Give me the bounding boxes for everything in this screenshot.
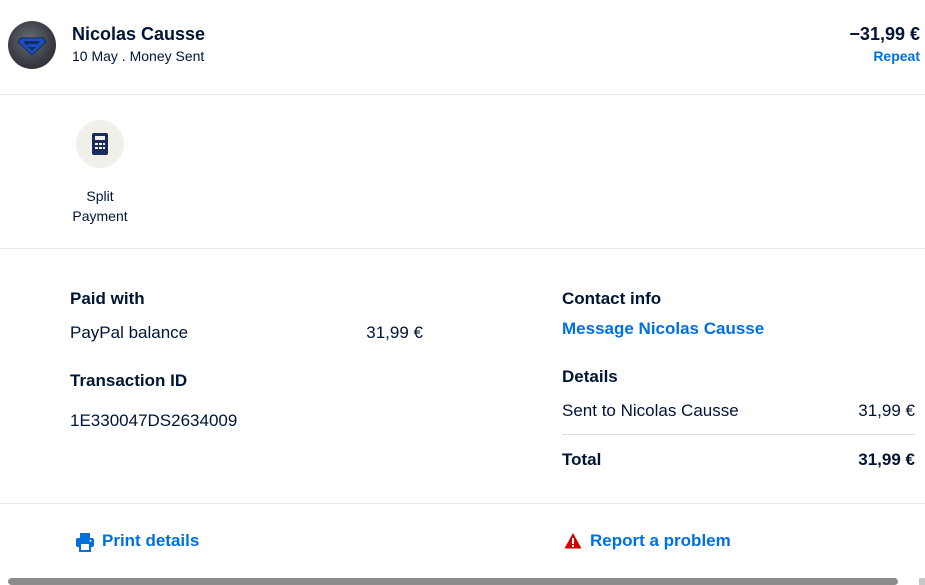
sent-to-label: Sent to Nicolas Causse [562,401,739,420]
details-divider [562,434,915,435]
details-heading: Details [562,367,618,386]
payment-method: PayPal balance [70,323,189,342]
paid-with-heading: Paid with [70,289,145,308]
transaction-header: Nicolas Causse 10 May . Money Sent −31,9… [0,0,925,94]
contact-info-heading: Contact info [562,289,662,308]
transaction-details-page: Nicolas Causse 10 May . Money Sent −31,9… [0,0,925,585]
transaction-id: 1E330047DS2634009 [70,411,238,430]
header-divider [0,94,925,95]
split-label-line2: Payment [72,208,128,224]
total-amount: 31,99 € [858,450,915,469]
print-details-button[interactable]: Print details [75,531,215,553]
scrollbar-track-end [919,578,925,585]
transaction-id-heading: Transaction ID [70,371,188,390]
warning-icon [564,533,582,549]
calculator-icon [92,133,108,155]
split-payment-button[interactable] [76,120,124,168]
payment-method-amount: 31,99 € [366,323,423,342]
print-details-label: Print details [102,531,200,550]
repeat-link[interactable]: Repeat [873,48,920,64]
horizontal-scrollbar[interactable] [8,578,898,585]
report-problem-button[interactable]: Report a problem [564,531,754,553]
contact-name: Nicolas Causse [72,24,206,44]
split-label-line1: Split [86,188,114,204]
message-contact-link[interactable]: Message Nicolas Causse [562,319,764,339]
printer-icon [76,533,94,552]
sent-to-amount: 31,99 € [858,401,915,420]
avatar [8,21,56,69]
superman-logo-icon [17,37,47,56]
split-divider [0,248,925,249]
details-bottom-divider [0,503,925,504]
split-payment-label: Split Payment [60,186,140,226]
total-label: Total [562,450,602,469]
transaction-date-type: 10 May . Money Sent [72,48,205,64]
transaction-amount: −31,99 € [849,24,920,44]
report-problem-label: Report a problem [590,531,731,550]
